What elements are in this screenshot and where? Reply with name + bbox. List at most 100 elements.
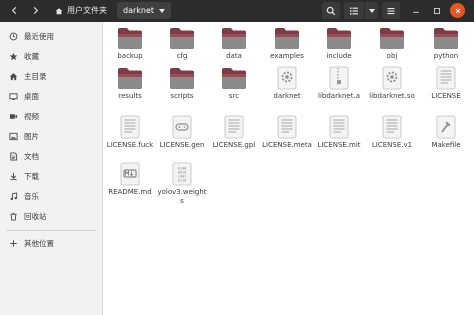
file-item-yolov3-weights[interactable]: 0100 0010 1001 0110 yolov3.weights bbox=[156, 162, 208, 206]
file-name: scripts bbox=[170, 92, 194, 100]
document-icon bbox=[6, 150, 20, 162]
file-item-obj[interactable]: obj bbox=[366, 26, 418, 61]
folder-icon bbox=[221, 26, 247, 50]
folder-icon bbox=[326, 26, 352, 50]
file-item-scripts[interactable]: scripts bbox=[156, 66, 208, 101]
file-item-license-mit[interactable]: LICENSE.mit bbox=[313, 115, 365, 150]
folder-icon bbox=[117, 66, 143, 90]
sidebar-item-label: 视频 bbox=[24, 111, 39, 121]
forward-button[interactable] bbox=[25, 2, 45, 19]
file-grid: backup cfg data examples include obj pyt… bbox=[104, 22, 474, 315]
maximize-button[interactable] bbox=[428, 2, 445, 19]
text-file-icon bbox=[117, 115, 143, 139]
image-icon bbox=[6, 130, 20, 142]
sidebar-item-videos[interactable]: 视频 bbox=[0, 106, 103, 126]
file-item-backup[interactable]: backup bbox=[104, 26, 156, 61]
sidebar-item-home[interactable]: 主目录 bbox=[0, 66, 103, 86]
file-item-license-v1[interactable]: LICENSE.v1 bbox=[366, 115, 418, 150]
file-name: python bbox=[433, 52, 459, 60]
folder-icon bbox=[274, 26, 300, 50]
file-name: include bbox=[326, 52, 352, 60]
file-name: LICENSE.mit bbox=[317, 141, 361, 149]
file-name: README.md bbox=[108, 188, 152, 196]
file-item-makefile[interactable]: Makefile bbox=[420, 115, 472, 150]
file-name: LICENSE.v1 bbox=[371, 141, 413, 149]
desktop-icon bbox=[6, 90, 20, 102]
sidebar-item-documents[interactable]: 文档 bbox=[0, 146, 103, 166]
sidebar-item-music[interactable]: 音乐 bbox=[0, 186, 103, 206]
library-file-icon bbox=[379, 66, 405, 90]
file-item-src[interactable]: src bbox=[208, 66, 260, 101]
file-item-libdarknet-so[interactable]: libdarknet.so bbox=[366, 66, 418, 101]
file-name: backup bbox=[117, 52, 143, 60]
chevron-right-icon bbox=[33, 6, 38, 15]
file-name: data bbox=[226, 52, 242, 60]
home-icon bbox=[6, 70, 20, 82]
file-name: libdarknet.a bbox=[318, 92, 360, 100]
file-item-libdarknet-a[interactable]: libdarknet.a bbox=[313, 66, 365, 101]
list-view-icon bbox=[350, 7, 358, 15]
sidebar: 最近使用 收藏 主目录 桌面 视频 图片 文档 下载 音乐 回收站 其他位置 bbox=[0, 22, 103, 315]
file-item-license-gpl[interactable]: LICENSE.gpl bbox=[208, 115, 260, 150]
folder-icon bbox=[169, 26, 195, 50]
text-file-icon bbox=[274, 115, 300, 139]
file-item-python[interactable]: python bbox=[420, 26, 472, 61]
sidebar-divider bbox=[6, 230, 96, 231]
file-name: src bbox=[228, 92, 240, 100]
file-name: libdarknet.so bbox=[369, 92, 415, 100]
file-item-license-gen[interactable]: LICENSE.gen bbox=[156, 115, 208, 150]
executable-file-icon bbox=[274, 66, 300, 90]
sidebar-item-other-locations[interactable]: 其他位置 bbox=[0, 233, 103, 253]
breadcrumb-current-label: darknet bbox=[123, 6, 155, 15]
close-button[interactable] bbox=[450, 3, 465, 18]
file-name: examples bbox=[270, 52, 304, 60]
makefile-icon bbox=[433, 115, 459, 139]
sidebar-item-label: 主目录 bbox=[24, 71, 47, 81]
home-icon bbox=[55, 7, 63, 14]
file-item-examples[interactable]: examples bbox=[261, 26, 313, 61]
folder-icon bbox=[379, 26, 405, 50]
file-item-include[interactable]: include bbox=[313, 26, 365, 61]
sidebar-item-pictures[interactable]: 图片 bbox=[0, 126, 103, 146]
menu-button[interactable] bbox=[382, 2, 400, 19]
file-name: LICENSE.gpl bbox=[212, 141, 256, 149]
file-item-license-meta[interactable]: LICENSE.meta bbox=[261, 115, 313, 150]
text-file-icon bbox=[379, 115, 405, 139]
breadcrumb-home[interactable]: 用户文件夹 bbox=[49, 2, 113, 19]
back-button[interactable] bbox=[4, 2, 24, 19]
search-button[interactable] bbox=[322, 2, 340, 19]
text-file-icon bbox=[326, 115, 352, 139]
text-file-icon bbox=[221, 115, 247, 139]
music-icon bbox=[6, 190, 20, 202]
sidebar-item-trash[interactable]: 回收站 bbox=[0, 206, 103, 226]
file-item-darknet[interactable]: darknet bbox=[261, 66, 313, 101]
file-item-license[interactable]: LICENSE bbox=[420, 66, 472, 101]
minimize-icon bbox=[412, 11, 419, 13]
sidebar-item-label: 图片 bbox=[24, 131, 39, 141]
gamepad-file-icon bbox=[169, 115, 195, 139]
sidebar-item-label: 回收站 bbox=[24, 211, 47, 221]
file-item-cfg[interactable]: cfg bbox=[156, 26, 208, 61]
file-item-readme[interactable]: README.md bbox=[104, 162, 156, 197]
file-item-data[interactable]: data bbox=[208, 26, 260, 61]
sidebar-item-desktop[interactable]: 桌面 bbox=[0, 86, 103, 106]
sidebar-item-starred[interactable]: 收藏 bbox=[0, 46, 103, 66]
hamburger-menu-icon bbox=[387, 7, 395, 14]
folder-icon bbox=[117, 26, 143, 50]
sidebar-item-label: 桌面 bbox=[24, 91, 39, 101]
view-options-button[interactable] bbox=[364, 2, 378, 19]
minimize-button[interactable] bbox=[407, 2, 424, 19]
breadcrumb-current[interactable]: darknet bbox=[117, 2, 172, 19]
file-item-license-fuck[interactable]: LICENSE.fuck bbox=[104, 115, 156, 150]
file-item-results[interactable]: results bbox=[104, 66, 156, 101]
sidebar-item-downloads[interactable]: 下载 bbox=[0, 166, 103, 186]
sidebar-item-recent[interactable]: 最近使用 bbox=[0, 26, 103, 46]
file-name: cfg bbox=[176, 52, 188, 60]
sidebar-item-label: 音乐 bbox=[24, 191, 39, 201]
file-name: LICENSE.meta bbox=[262, 141, 312, 149]
view-list-button[interactable] bbox=[344, 2, 364, 19]
binary-file-icon: 0100 0010 1001 0110 bbox=[169, 162, 195, 186]
sidebar-item-label: 下载 bbox=[24, 171, 39, 181]
file-name: LICENSE.fuck bbox=[106, 141, 154, 149]
folder-icon bbox=[169, 66, 195, 90]
